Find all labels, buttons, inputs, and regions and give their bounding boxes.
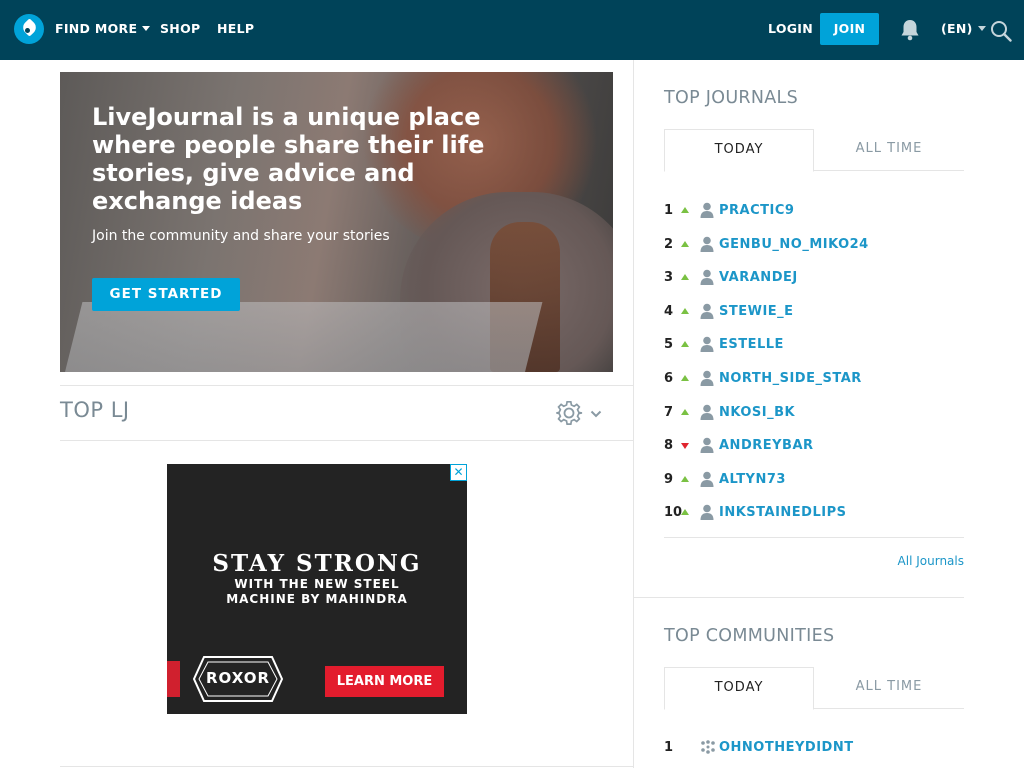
trend-up-icon <box>681 375 689 381</box>
top-navigation-bar: FIND MORE SHOP HELP LOGIN JOIN (EN) <box>0 0 1024 60</box>
list-item[interactable]: 1 OHNOTHEYDIDNT <box>664 738 964 758</box>
divider <box>60 385 633 386</box>
journal-list-item[interactable]: 2 GENBU_NO_MIKO24 <box>664 235 964 255</box>
trend-up-icon <box>681 274 689 280</box>
journal-list-item[interactable]: 1 PRACTIC9 <box>664 201 964 221</box>
language-selector[interactable]: (EN) <box>941 21 986 36</box>
rank-number: 4 <box>664 304 674 319</box>
bell-icon[interactable] <box>900 19 920 41</box>
rank-number: 10 <box>664 505 683 520</box>
community-icon <box>701 740 715 754</box>
rank-number: 3 <box>664 270 674 285</box>
ad-brand-tab <box>167 661 180 697</box>
rank-number: 2 <box>664 237 674 252</box>
rank-number: 8 <box>664 438 674 453</box>
divider <box>60 766 633 767</box>
top-lj-title: TOP LJ <box>60 398 130 422</box>
search-icon[interactable] <box>990 20 1012 42</box>
column-divider <box>633 60 634 768</box>
journal-list-item[interactable]: 5 ESTELLE <box>664 335 964 355</box>
nav-find-more-label: FIND MORE <box>55 21 138 36</box>
tab-today[interactable]: TODAY <box>664 667 814 710</box>
divider <box>60 440 633 441</box>
tab-all-time[interactable]: ALL TIME <box>814 129 964 171</box>
user-icon <box>700 471 714 487</box>
language-label: (EN) <box>941 21 973 36</box>
ad-close-icon[interactable]: ✕ <box>450 464 467 481</box>
all-journals-link[interactable]: All Journals <box>864 554 964 568</box>
advertisement-banner[interactable]: ✕ STAY STRONG WITH THE NEW STEEL MACHINE… <box>167 464 467 714</box>
nav-find-more[interactable]: FIND MORE <box>55 21 151 36</box>
journal-list-item[interactable]: 3 VARANDEJ <box>664 268 964 288</box>
user-icon <box>700 437 714 453</box>
rank-number: 1 <box>664 203 674 218</box>
user-icon <box>700 269 714 285</box>
journal-name-link[interactable]: ESTELLE <box>719 337 784 352</box>
user-icon <box>700 236 714 252</box>
journal-name-link[interactable]: NKOSI_BK <box>719 405 795 420</box>
tab-today[interactable]: TODAY <box>664 129 814 172</box>
ad-logo-text: ROXOR <box>205 669 271 687</box>
journal-list-item[interactable]: 10 INKSTAINEDLIPS <box>664 503 964 523</box>
trend-up-icon <box>681 341 689 347</box>
divider <box>634 597 964 598</box>
journal-list-item[interactable]: 8 ANDREYBAR <box>664 436 964 456</box>
rank-number: 7 <box>664 405 674 420</box>
hero-title: LiveJournal is a unique place where peop… <box>92 103 485 215</box>
tab-all-time[interactable]: ALL TIME <box>814 667 964 709</box>
user-icon <box>700 504 714 520</box>
trend-up-icon <box>681 241 689 247</box>
community-name-link[interactable]: OHNOTHEYDIDNT <box>719 740 854 755</box>
user-icon <box>700 303 714 319</box>
trend-up-icon <box>681 409 689 415</box>
journal-list-item[interactable]: 7 NKOSI_BK <box>664 403 964 423</box>
user-icon <box>700 202 714 218</box>
divider <box>664 537 964 538</box>
livejournal-logo-icon[interactable] <box>14 14 44 44</box>
caret-down-icon <box>977 26 986 31</box>
trend-up-icon <box>681 476 689 482</box>
journal-list-item[interactable]: 4 STEWIE_E <box>664 302 964 322</box>
journal-name-link[interactable]: ANDREYBAR <box>719 438 814 453</box>
hero-banner: LiveJournal is a unique place where peop… <box>60 72 613 372</box>
user-icon <box>700 404 714 420</box>
journal-list-item[interactable]: 6 NORTH_SIDE_STAR <box>664 369 964 389</box>
login-link[interactable]: LOGIN <box>768 21 813 36</box>
gear-icon[interactable] <box>555 399 583 427</box>
ad-subheadline: WITH THE NEW STEEL MACHINE BY MAHINDRA <box>226 577 408 606</box>
rank-number: 5 <box>664 337 674 352</box>
join-button[interactable]: JOIN <box>820 13 879 45</box>
trend-up-icon <box>681 207 689 213</box>
trend-down-icon <box>681 443 689 449</box>
hero-subtitle: Join the community and share your storie… <box>92 228 390 244</box>
nav-help[interactable]: HELP <box>217 21 254 36</box>
journal-name-link[interactable]: INKSTAINEDLIPS <box>719 505 846 520</box>
journal-name-link[interactable]: STEWIE_E <box>719 304 794 319</box>
journal-list-item[interactable]: 9 ALTYN73 <box>664 470 964 490</box>
get-started-button[interactable]: GET STARTED <box>92 278 240 311</box>
caret-down-icon <box>142 26 151 31</box>
top-journals-title: TOP JOURNALS <box>664 88 799 108</box>
top-communities-tabs: TODAY ALL TIME <box>664 667 964 710</box>
rank-number: 1 <box>664 740 674 755</box>
trend-up-icon <box>681 509 689 515</box>
rank-number: 6 <box>664 371 674 386</box>
chevron-down-icon[interactable] <box>590 409 602 419</box>
trend-up-icon <box>681 308 689 314</box>
journal-name-link[interactable]: NORTH_SIDE_STAR <box>719 371 862 386</box>
learn-more-button[interactable]: LEARN MORE <box>325 666 444 697</box>
nav-shop[interactable]: SHOP <box>160 21 200 36</box>
user-icon <box>700 370 714 386</box>
journal-name-link[interactable]: ALTYN73 <box>719 472 786 487</box>
journal-name-link[interactable]: VARANDEJ <box>719 270 798 285</box>
journal-name-link[interactable]: GENBU_NO_MIKO24 <box>719 237 869 252</box>
journal-name-link[interactable]: PRACTIC9 <box>719 203 794 218</box>
user-icon <box>700 336 714 352</box>
rank-number: 9 <box>664 472 674 487</box>
hero-photo-laptop <box>60 302 543 372</box>
top-journals-tabs: TODAY ALL TIME <box>664 129 964 172</box>
top-communities-title: TOP COMMUNITIES <box>664 626 835 646</box>
ad-headline: STAY STRONG <box>212 550 422 577</box>
